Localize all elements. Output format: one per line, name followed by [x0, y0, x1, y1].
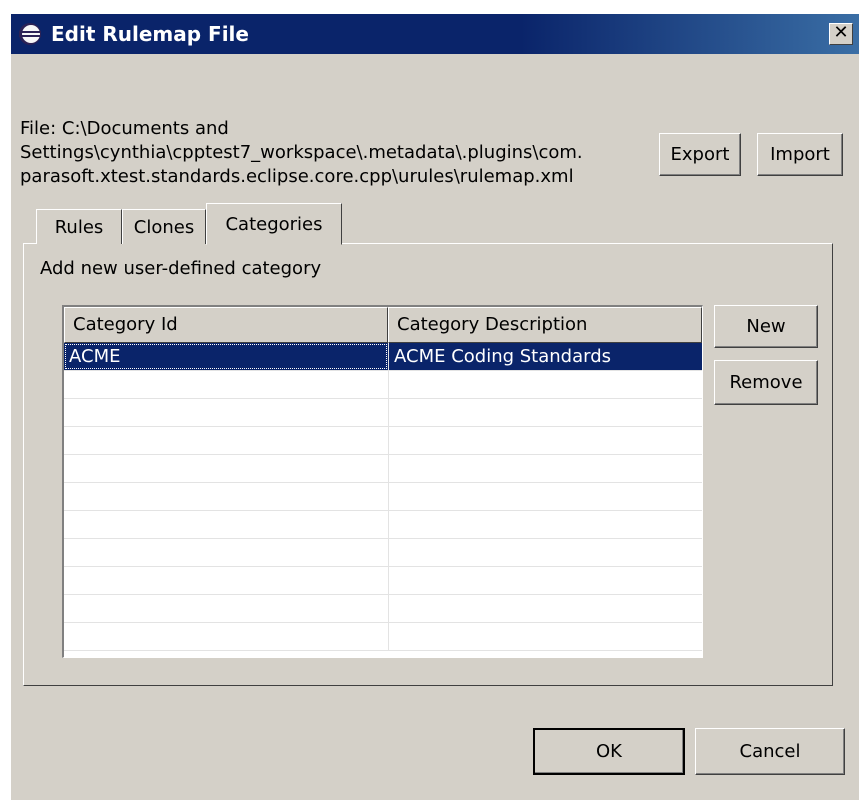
table-header: Category Id Category Description — [64, 307, 702, 343]
cell-category-id[interactable]: ACME — [64, 343, 388, 370]
tab-rules[interactable]: Rules — [36, 209, 122, 244]
cell-category-description[interactable] — [388, 483, 702, 510]
cell-category-id[interactable] — [64, 455, 388, 482]
tab-clones[interactable]: Clones — [122, 209, 206, 244]
table-row[interactable] — [64, 511, 702, 539]
close-button[interactable]: ✕ — [829, 23, 853, 45]
close-icon: ✕ — [833, 22, 849, 43]
table-row[interactable] — [64, 427, 702, 455]
cell-category-description[interactable] — [388, 399, 702, 426]
export-button[interactable]: Export — [659, 133, 741, 176]
file-path-label: File: C:\Documents and Settings\cynthia\… — [20, 118, 583, 187]
cell-category-description[interactable]: ACME Coding Standards — [388, 343, 702, 370]
section-heading: Add new user-defined category — [40, 258, 322, 279]
table-row[interactable] — [64, 455, 702, 483]
table-row[interactable] — [64, 483, 702, 511]
cell-category-id[interactable] — [64, 511, 388, 538]
cell-category-description[interactable] — [388, 539, 702, 566]
cell-category-description[interactable] — [388, 427, 702, 454]
cell-category-id[interactable] — [64, 427, 388, 454]
ok-button[interactable]: OK — [533, 728, 685, 775]
cancel-button[interactable]: Cancel — [695, 728, 845, 775]
column-header-category-id[interactable]: Category Id — [64, 307, 388, 343]
cell-category-description[interactable] — [388, 511, 702, 538]
cell-category-id[interactable] — [64, 483, 388, 510]
table-row[interactable] — [64, 595, 702, 623]
column-header-category-description[interactable]: Category Description — [388, 307, 702, 343]
title-bar[interactable]: Edit Rulemap File ✕ — [11, 14, 859, 54]
table-row[interactable] — [64, 623, 702, 651]
tab-categories[interactable]: Categories — [206, 203, 342, 245]
table-row[interactable] — [64, 371, 702, 399]
cell-category-description[interactable] — [388, 567, 702, 594]
cell-category-id[interactable] — [64, 623, 388, 650]
eclipse-icon — [19, 23, 41, 45]
table-row[interactable]: ACME ACME Coding Standards — [64, 343, 702, 371]
category-table[interactable]: Category Id Category Description ACME ACM… — [62, 305, 703, 658]
cell-category-description[interactable] — [388, 455, 702, 482]
table-row[interactable] — [64, 399, 702, 427]
cell-category-id[interactable] — [64, 595, 388, 622]
cell-category-id[interactable] — [64, 371, 388, 398]
cell-category-id[interactable] — [64, 399, 388, 426]
import-button[interactable]: Import — [757, 133, 843, 176]
cell-category-description[interactable] — [388, 595, 702, 622]
new-category-button[interactable]: New — [714, 305, 818, 348]
cell-category-id[interactable] — [64, 539, 388, 566]
cell-category-description[interactable] — [388, 623, 702, 650]
table-row[interactable] — [64, 567, 702, 595]
cell-category-description[interactable] — [388, 371, 702, 398]
remove-category-button[interactable]: Remove — [714, 360, 818, 405]
table-row[interactable] — [64, 539, 702, 567]
window-title: Edit Rulemap File — [51, 22, 249, 46]
cell-category-id[interactable] — [64, 567, 388, 594]
